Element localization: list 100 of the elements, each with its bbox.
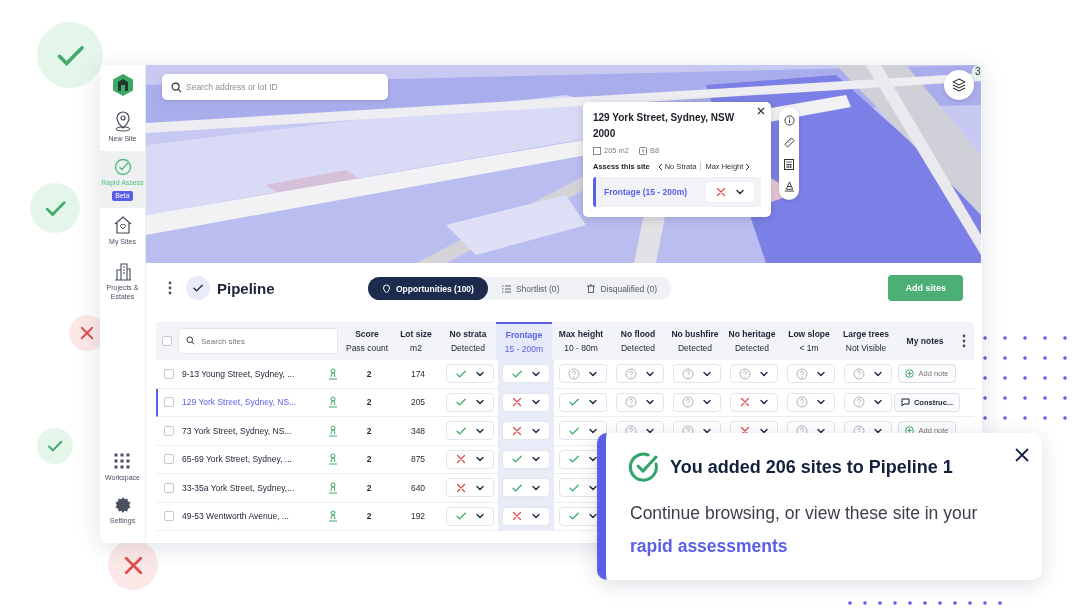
score: 2 [366, 425, 372, 436]
status-dropdown[interactable] [446, 364, 494, 384]
status-dropdown[interactable] [502, 421, 550, 441]
close-icon[interactable] [1015, 448, 1029, 462]
status-dropdown[interactable] [730, 392, 778, 412]
cross-icon [511, 396, 523, 409]
column-header[interactable]: My notes [894, 322, 956, 360]
app-logo[interactable] [111, 73, 134, 97]
column-subtitle: Detected [451, 342, 485, 355]
column-header[interactable]: Lot size m2 [392, 322, 440, 360]
location-pin-icon [382, 283, 391, 294]
site-address: 129 York Street, Sydney, NSW 2000 [593, 111, 736, 141]
layers-icon [952, 78, 966, 92]
status-dropdown[interactable] [502, 506, 550, 526]
info-icon[interactable] [783, 115, 795, 126]
area-icon [593, 146, 601, 155]
site-address: 33-35a York Street, Sydney,... [182, 482, 295, 493]
buildings-icon [112, 261, 133, 281]
lot-size: 640 [410, 482, 426, 493]
checkbox[interactable] [164, 511, 174, 522]
status-dropdown[interactable] [446, 449, 494, 469]
column-subtitle: 15 - 200m [504, 343, 544, 356]
search-field[interactable]: Search sites [178, 328, 338, 354]
score: 2 [366, 397, 372, 408]
status-dropdown[interactable] [502, 478, 550, 498]
tab[interactable]: Opportunities (100) [368, 277, 488, 300]
checkbox[interactable] [164, 454, 174, 465]
column-header[interactable]: Low slope < 1m [780, 322, 838, 360]
grid-icon [113, 452, 132, 471]
site-address: 9-13 Young Street, Sydney, ... [182, 368, 295, 379]
person-pin-icon [328, 453, 338, 466]
question-icon [853, 396, 865, 409]
column-header[interactable]: No bushfire Detected [666, 322, 724, 360]
status-dropdown[interactable] [446, 478, 494, 498]
check-circle-icon [628, 451, 660, 483]
comment-icon [900, 397, 910, 407]
column-title: Frontage [505, 329, 543, 342]
column-header[interactable]: No heritage Detected [724, 322, 780, 360]
column-subtitle: Detected [621, 342, 655, 355]
column-subtitle: 10 - 80m [564, 342, 598, 355]
check-icon [568, 453, 580, 466]
column-header[interactable]: No strata Detected [440, 322, 496, 360]
pipeline-title: Pipeline [217, 279, 275, 297]
question-icon [796, 367, 808, 380]
status-dropdown[interactable] [502, 364, 550, 384]
check-icon [568, 510, 580, 523]
cone-icon[interactable] [783, 181, 795, 192]
column-title: No flood [620, 328, 656, 341]
checkbox[interactable] [164, 397, 174, 408]
column-header[interactable]: Score Pass count [342, 322, 392, 360]
score: 2 [366, 511, 372, 522]
column-header[interactable]: No flood Detected [610, 322, 666, 360]
lot-size: 174 [410, 368, 426, 379]
status-dropdown[interactable] [446, 506, 494, 526]
status-dropdown[interactable] [502, 392, 550, 412]
search-field[interactable]: Search address or lot ID [162, 74, 388, 100]
column-header[interactable]: Frontage 15 - 200m [496, 322, 552, 360]
tab[interactable]: Shortlist (0) [487, 277, 574, 300]
cross-icon [455, 481, 467, 494]
checkbox[interactable] [164, 368, 174, 379]
column-subtitle: < 1m [799, 342, 819, 355]
question-icon [796, 396, 808, 409]
site-address: 73 York Street, Sydney, NS... [182, 425, 292, 436]
ruler-icon[interactable] [783, 137, 795, 148]
check-circle-icon [113, 157, 132, 176]
tab[interactable]: Disqualified (0) [573, 277, 672, 300]
status-dropdown[interactable] [446, 421, 494, 441]
cross-icon [715, 186, 727, 198]
score: 2 [366, 482, 372, 493]
cross-icon [78, 324, 96, 342]
search-icon [186, 336, 195, 345]
status-dropdown[interactable] [559, 421, 607, 441]
status-dropdown[interactable] [559, 392, 607, 412]
checkbox[interactable] [164, 425, 174, 436]
layer-count: 3 [972, 65, 982, 78]
calculator-icon[interactable] [784, 159, 794, 170]
person-pin-icon [328, 367, 338, 380]
lot-size: 192 [410, 511, 426, 522]
status-dropdown[interactable] [446, 392, 494, 412]
score: 2 [366, 454, 372, 465]
close-icon[interactable] [757, 107, 765, 115]
question-icon [853, 367, 865, 380]
column-header[interactable]: Max height 10 - 80m [552, 322, 610, 360]
lot-size: 875 [410, 454, 426, 465]
lot-size: 348 [410, 425, 426, 436]
question-icon [682, 396, 694, 409]
rapid-assessments-link[interactable]: rapid assessments [630, 536, 788, 556]
plus-circle-icon [905, 369, 915, 379]
status-dropdown[interactable] [706, 182, 754, 202]
column-title: Score [355, 328, 379, 341]
checkbox[interactable] [164, 482, 174, 493]
checkbox[interactable] [162, 336, 172, 346]
column-title: No bushfire [671, 328, 719, 341]
more-icon[interactable] [962, 334, 966, 348]
cross-icon [511, 424, 523, 437]
criterion-label: Frontage (15 - 200m) [604, 187, 688, 197]
column-title: Lot size [400, 328, 432, 341]
status-dropdown[interactable] [502, 449, 550, 469]
more-icon[interactable] [168, 281, 172, 295]
column-header[interactable]: Large trees Not Visible [838, 322, 894, 360]
